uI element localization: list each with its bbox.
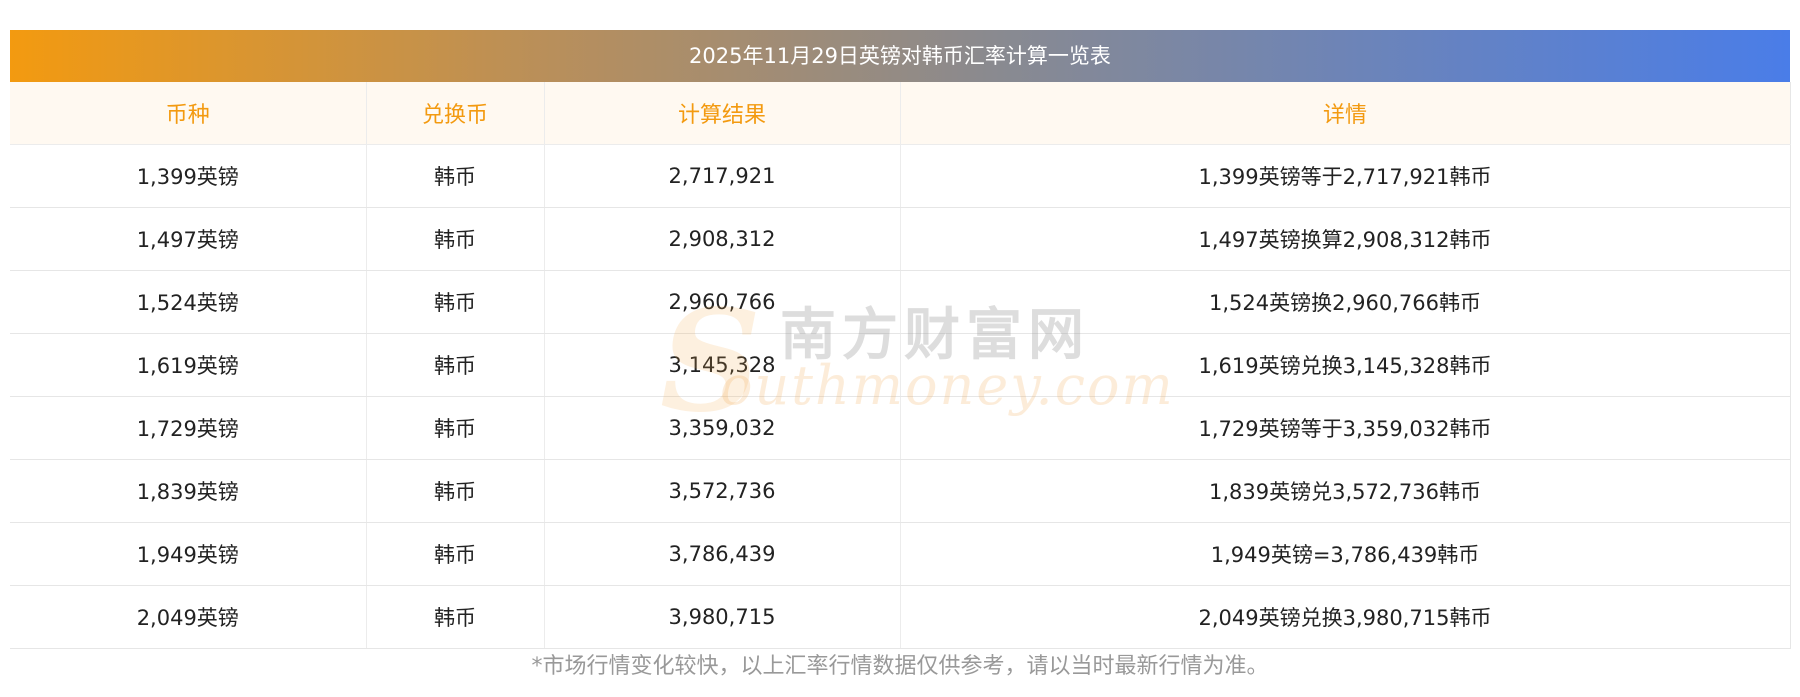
disclaimer-note: *市场行情变化较快，以上汇率行情数据仅供参考，请以当时最新行情为准。 (531, 654, 1269, 679)
cell-result: 3,359,032 (544, 396, 901, 460)
cell-target: 韩币 (366, 144, 545, 208)
cell-currency: 1,524英镑 (10, 270, 367, 334)
table-row: 1,839英镑 韩币 3,572,736 1,839英镑兑3,572,736韩币 (10, 459, 1791, 523)
cell-detail: 1,949英镑=3,786,439韩币 (900, 522, 1791, 586)
cell-currency: 1,949英镑 (10, 522, 367, 586)
cell-result: 3,572,736 (544, 459, 901, 523)
rate-table: 币种 兑换币 计算结果 详情 1,399英镑 韩币 2,717,921 1,39… (10, 82, 1791, 649)
cell-target: 韩币 (366, 333, 545, 397)
cell-target: 韩币 (366, 522, 545, 586)
cell-detail: 1,399英镑等于2,717,921韩币 (900, 144, 1791, 208)
cell-target: 韩币 (366, 459, 545, 523)
header-detail: 详情 (900, 82, 1791, 145)
table-row: 2,049英镑 韩币 3,980,715 2,049英镑兑换3,980,715韩… (10, 585, 1791, 649)
cell-currency: 1,839英镑 (10, 459, 367, 523)
cell-currency: 1,497英镑 (10, 207, 367, 271)
cell-result: 2,717,921 (544, 144, 901, 208)
table-header-row: 币种 兑换币 计算结果 详情 (10, 82, 1791, 145)
rate-table-container: 2025年11月29日英镑对韩币汇率计算一览表 币种 兑换币 计算结果 详情 1… (10, 30, 1791, 649)
cell-detail: 1,729英镑等于3,359,032韩币 (900, 396, 1791, 460)
table-row: 1,619英镑 韩币 3,145,328 1,619英镑兑换3,145,328韩… (10, 333, 1791, 397)
table-row: 1,949英镑 韩币 3,786,439 1,949英镑=3,786,439韩币 (10, 522, 1791, 586)
header-currency: 币种 (10, 82, 367, 145)
table-row: 1,497英镑 韩币 2,908,312 1,497英镑换算2,908,312韩… (10, 207, 1791, 271)
cell-target: 韩币 (366, 396, 545, 460)
header-result: 计算结果 (544, 82, 901, 145)
cell-target: 韩币 (366, 585, 545, 649)
cell-currency: 1,399英镑 (10, 144, 367, 208)
cell-detail: 2,049英镑兑换3,980,715韩币 (900, 585, 1791, 649)
table-row: 1,399英镑 韩币 2,717,921 1,399英镑等于2,717,921韩… (10, 144, 1791, 208)
cell-result: 3,786,439 (544, 522, 901, 586)
cell-result: 3,145,328 (544, 333, 901, 397)
cell-detail: 1,839英镑兑3,572,736韩币 (900, 459, 1791, 523)
cell-target: 韩币 (366, 207, 545, 271)
table-row: 1,729英镑 韩币 3,359,032 1,729英镑等于3,359,032韩… (10, 396, 1791, 460)
cell-result: 2,908,312 (544, 207, 901, 271)
cell-currency: 1,619英镑 (10, 333, 367, 397)
cell-currency: 1,729英镑 (10, 396, 367, 460)
table-row: 1,524英镑 韩币 2,960,766 1,524英镑换2,960,766韩币 (10, 270, 1791, 334)
cell-target: 韩币 (366, 270, 545, 334)
cell-currency: 2,049英镑 (10, 585, 367, 649)
header-target-currency: 兑换币 (366, 82, 545, 145)
cell-result: 2,960,766 (544, 270, 901, 334)
cell-detail: 1,524英镑换2,960,766韩币 (900, 270, 1791, 334)
cell-detail: 1,619英镑兑换3,145,328韩币 (900, 333, 1791, 397)
cell-result: 3,980,715 (544, 585, 901, 649)
cell-detail: 1,497英镑换算2,908,312韩币 (900, 207, 1791, 271)
table-title: 2025年11月29日英镑对韩币汇率计算一览表 (10, 30, 1790, 82)
